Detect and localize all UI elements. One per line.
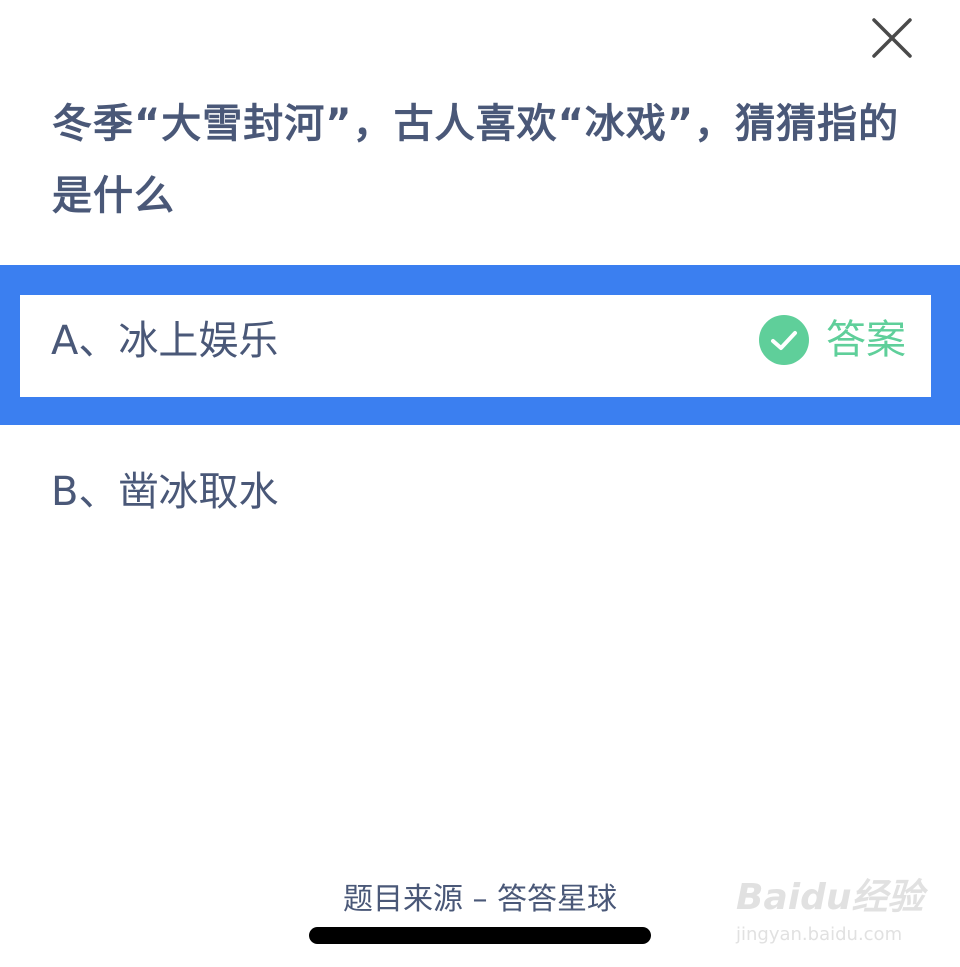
watermark-url: jingyan.baidu.com	[736, 924, 903, 945]
baidu-watermark: Baidu经验 jingyan.baidu.com	[736, 868, 926, 958]
option-a[interactable]: A、冰上娱乐 答案	[20, 295, 931, 397]
option-b[interactable]: B、凿冰取水	[20, 446, 931, 536]
watermark-logo: Baidu经验	[736, 877, 924, 918]
close-button[interactable]	[868, 14, 916, 62]
option-b-label: B、凿冰取水	[51, 469, 279, 515]
home-indicator[interactable]	[309, 927, 651, 944]
question-text: 冬季“大雪封河”，古人喜欢“冰戏”，猜猜指的是什么	[52, 101, 900, 219]
quiz-page: 冬季“大雪封河”，古人喜欢“冰戏”，猜猜指的是什么 A、冰上娱乐 答案 B、凿冰…	[0, 0, 960, 967]
answer-badge: 答案	[758, 314, 906, 366]
close-icon	[872, 18, 912, 58]
option-a-label: A、冰上娱乐	[51, 318, 279, 364]
answer-label: 答案	[826, 317, 906, 363]
check-circle-icon	[758, 314, 810, 366]
